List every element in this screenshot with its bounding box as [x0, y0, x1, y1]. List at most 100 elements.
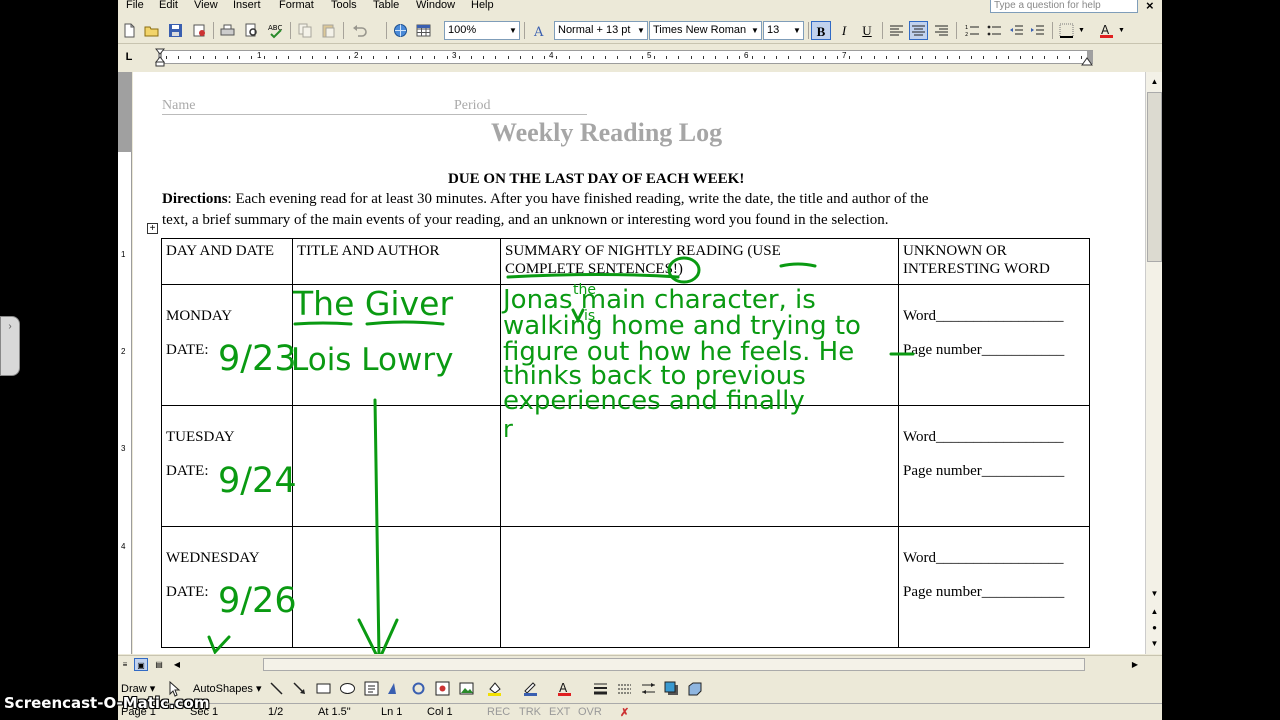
- title-cell[interactable]: [292, 526, 501, 648]
- reading-layout-view-icon[interactable]: ▤: [152, 658, 166, 671]
- scroll-down-icon[interactable]: ▼: [1147, 586, 1162, 601]
- right-indent-marker-icon[interactable]: [1081, 56, 1093, 66]
- menu-window[interactable]: Window: [416, 0, 455, 11]
- line-color-icon[interactable]: [522, 680, 539, 697]
- rectangle-tool-icon[interactable]: [315, 680, 332, 697]
- menu-view[interactable]: View: [194, 0, 218, 11]
- status-ext[interactable]: EXT: [549, 706, 570, 718]
- print-preview-icon[interactable]: [243, 22, 260, 39]
- summary-cell[interactable]: [500, 405, 899, 527]
- horizontal-scroll-thumb[interactable]: [263, 658, 1085, 671]
- word-cell[interactable]: Word_________________ Page number________…: [898, 284, 1090, 406]
- word-cell[interactable]: Word_________________ Page number________…: [898, 405, 1090, 527]
- scroll-right-icon[interactable]: ▶: [1128, 658, 1142, 671]
- decrease-indent-icon[interactable]: [1008, 22, 1025, 39]
- hyperlink-icon[interactable]: [392, 22, 409, 39]
- numbering-icon[interactable]: 12: [964, 22, 981, 39]
- status-ovr[interactable]: OVR: [578, 706, 602, 718]
- font-color-icon[interactable]: A: [1098, 22, 1115, 39]
- bullets-icon[interactable]: [986, 22, 1003, 39]
- close-document-icon[interactable]: ×: [1146, 0, 1154, 13]
- dash-style-icon[interactable]: [616, 680, 633, 697]
- insert-picture-icon[interactable]: [458, 680, 475, 697]
- diagram-icon[interactable]: [410, 680, 427, 697]
- save-icon[interactable]: [167, 22, 184, 39]
- vertical-scrollbar[interactable]: ▲ ▼ ▲ ● ▼: [1145, 72, 1162, 654]
- scroll-left-icon[interactable]: ◀: [170, 658, 184, 671]
- align-right-icon[interactable]: [933, 22, 950, 39]
- scroll-up-icon[interactable]: ▲: [1147, 74, 1162, 89]
- menu-help[interactable]: Help: [471, 0, 494, 11]
- fill-color-icon[interactable]: [486, 680, 503, 697]
- summary-cell[interactable]: [500, 284, 899, 406]
- style-select[interactable]: Normal + 13 pt ▼: [554, 21, 648, 40]
- help-search-input[interactable]: Type a question for help: [990, 0, 1138, 13]
- table-move-handle-icon[interactable]: +: [147, 223, 158, 234]
- menu-file[interactable]: File: [126, 0, 144, 11]
- text-box-icon[interactable]: [363, 680, 380, 697]
- ruler-tick: [605, 56, 606, 59]
- shadow-style-icon[interactable]: [663, 680, 680, 697]
- undo-icon[interactable]: [351, 22, 368, 39]
- zoom-select[interactable]: 100% ▼: [444, 21, 520, 40]
- title-cell[interactable]: [292, 284, 501, 406]
- menu-tools[interactable]: Tools: [331, 0, 357, 11]
- print-layout-view-icon[interactable]: ▣: [134, 658, 148, 671]
- menu-insert[interactable]: Insert: [233, 0, 261, 11]
- day-cell[interactable]: MONDAY DATE:: [161, 284, 293, 406]
- vertical-scroll-thumb[interactable]: [1147, 92, 1162, 262]
- status-rec[interactable]: REC: [487, 706, 510, 718]
- vertical-ruler[interactable]: 1 2 3 4: [118, 72, 132, 654]
- chevron-down-icon[interactable]: ▼: [1078, 22, 1086, 39]
- arrow-style-icon[interactable]: [640, 680, 657, 697]
- 3d-style-icon[interactable]: [686, 680, 703, 697]
- bold-button[interactable]: B: [811, 21, 831, 40]
- tab-selector-icon[interactable]: L: [122, 50, 136, 64]
- summary-cell[interactable]: [500, 526, 899, 648]
- clip-art-icon[interactable]: [434, 680, 451, 697]
- status-trk[interactable]: TRK: [519, 706, 541, 718]
- wordart-icon[interactable]: [386, 680, 403, 697]
- new-document-icon[interactable]: [121, 22, 138, 39]
- table-icon[interactable]: [415, 22, 432, 39]
- increase-indent-icon[interactable]: [1029, 22, 1046, 39]
- ruler-tick: [861, 56, 862, 59]
- day-cell[interactable]: WEDNESDAY DATE:: [161, 526, 293, 648]
- font-select[interactable]: Times New Roman ▼: [649, 21, 762, 40]
- next-page-icon[interactable]: ▼: [1147, 636, 1162, 651]
- arrow-tool-icon[interactable]: [291, 680, 308, 697]
- underline-button[interactable]: U: [857, 21, 877, 40]
- line-tool-icon[interactable]: [268, 680, 285, 697]
- align-left-icon[interactable]: [888, 22, 905, 39]
- print-icon[interactable]: [219, 22, 236, 39]
- side-tab-handle-icon[interactable]: ›: [0, 316, 20, 376]
- day-cell[interactable]: TUESDAY DATE:: [161, 405, 293, 527]
- font-size-select[interactable]: 13 ▼: [763, 21, 804, 40]
- italic-button[interactable]: I: [834, 21, 854, 40]
- word-cell[interactable]: Word_________________ Page number________…: [898, 526, 1090, 648]
- select-browse-object-icon[interactable]: ●: [1147, 620, 1162, 635]
- styles-formatting-icon[interactable]: A: [532, 22, 549, 39]
- paste-icon[interactable]: [320, 22, 337, 39]
- document-page[interactable]: Name Period Weekly Reading Log DUE ON TH…: [133, 72, 1145, 654]
- menu-format[interactable]: Format: [279, 0, 314, 11]
- title-cell[interactable]: [292, 405, 501, 527]
- open-folder-icon[interactable]: [143, 22, 160, 39]
- borders-icon[interactable]: [1058, 22, 1075, 39]
- copy-icon[interactable]: [297, 22, 314, 39]
- align-center-icon[interactable]: [909, 21, 928, 40]
- indent-marker-icon[interactable]: [155, 48, 167, 68]
- permission-icon[interactable]: [191, 22, 208, 39]
- spelling-status-icon[interactable]: ✗: [620, 706, 629, 719]
- horizontal-scrollbar[interactable]: ≡ ▣ ▤ ◀ ▶: [118, 655, 1162, 672]
- chevron-down-icon[interactable]: ▼: [1118, 22, 1126, 39]
- drawing-font-color-icon[interactable]: A: [556, 680, 573, 697]
- previous-page-icon[interactable]: ▲: [1147, 604, 1162, 619]
- menu-table[interactable]: Table: [373, 0, 399, 11]
- spelling-icon[interactable]: ABC: [267, 22, 284, 39]
- horizontal-ruler[interactable]: 1 2 3 4 5 6 7: [158, 50, 1093, 64]
- menu-edit[interactable]: Edit: [159, 0, 178, 11]
- normal-view-icon[interactable]: ≡: [118, 658, 132, 671]
- line-style-icon[interactable]: [592, 680, 609, 697]
- oval-tool-icon[interactable]: [339, 680, 356, 697]
